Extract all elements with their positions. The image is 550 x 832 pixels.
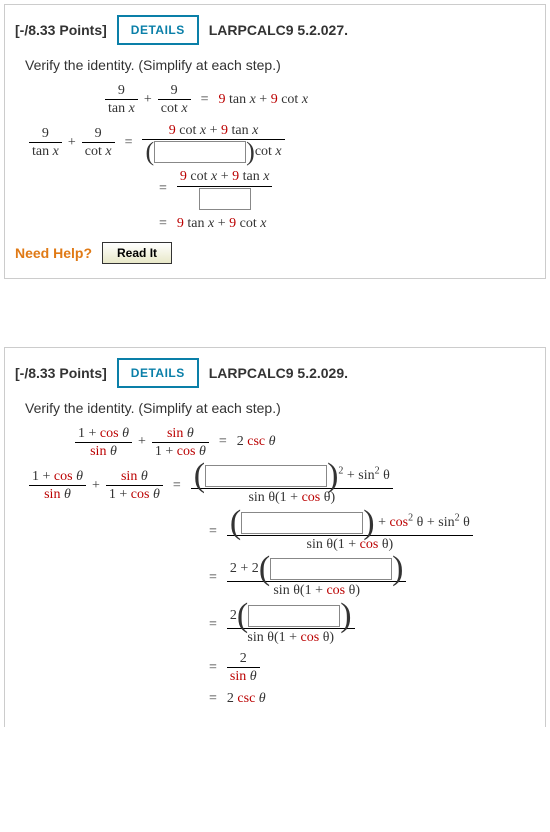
details-button[interactable]: DETAILS — [117, 15, 199, 45]
instruction-text: Verify the identity. (Simplify at each s… — [25, 57, 535, 73]
points-label: [-/8.33 Points] — [15, 22, 107, 38]
answer-input-6[interactable] — [248, 605, 340, 627]
step3-frac: 9 cot x + 9 tan x — [177, 169, 273, 209]
fraction-9-cotx: 9 cot x — [158, 83, 191, 117]
identity-line-2: 1 + cos θ sin θ + sin θ 1 + cos θ = 2 cs… — [75, 426, 535, 460]
answer-input-4[interactable] — [241, 512, 363, 534]
step2-line-1: 1 + cos θ sin θ + sin θ 1 + cos θ = ()2 … — [29, 465, 535, 505]
points-label-2: [-/8.33 Points] — [15, 365, 107, 381]
fraction-9-tanx-2: 9 tan x — [29, 126, 62, 160]
answer-input-1[interactable] — [154, 141, 246, 163]
frac-1pcos-sin: 1 + cos θ sin θ — [75, 426, 132, 460]
fraction-9-tanx: 9 tan x — [105, 83, 138, 117]
need-help-label: Need Help? — [15, 245, 92, 261]
identity-line: 9 tan x + 9 cot x = 9 tan x + 9 cot x — [105, 83, 535, 117]
step2-frac-big2: () + cos2 θ + sin2 θ sin θ(1 + cos θ) — [227, 512, 473, 552]
step2-frac-5: 2 sin θ — [227, 651, 260, 685]
step2-line-2: = () + cos2 θ + sin2 θ sin θ(1 + cos θ) — [205, 512, 535, 552]
frac-sin-1pcos: sin θ 1 + cos θ — [152, 426, 209, 460]
step2-line-3: = 2 + 2() sin θ(1 + cos θ) — [205, 558, 535, 598]
instruction-text-2: Verify the identity. (Simplify at each s… — [25, 400, 535, 416]
problem-2: [-/8.33 Points] DETAILS LARPCALC9 5.2.02… — [4, 347, 546, 727]
problem-ref: LARPCALC9 5.2.027. — [209, 22, 348, 38]
answer-input-5[interactable] — [270, 558, 392, 580]
step-3-line: = 9 cot x + 9 tan x — [155, 169, 535, 209]
step2-line-4: = 2() sin θ(1 + cos θ) — [205, 605, 535, 645]
step2-frac-big1: ()2 + sin2 θ sin θ(1 + cos θ) — [191, 465, 393, 505]
problem-1: [-/8.33 Points] DETAILS LARPCALC9 5.2.02… — [4, 4, 546, 279]
answer-input-3[interactable] — [205, 465, 327, 487]
read-it-button[interactable]: Read It — [102, 242, 172, 264]
step2-frac-big3: 2 + 2() sin θ(1 + cos θ) — [227, 558, 407, 598]
step-2-line: 9 tan x + 9 cot x = 9 cot x + 9 tan x ()… — [29, 123, 535, 163]
frac-1pcos-sin-b: 1 + cos θ sin θ — [29, 469, 86, 503]
problem-header-2: [-/8.33 Points] DETAILS LARPCALC9 5.2.02… — [15, 358, 535, 388]
step2-frac-big4: 2() sin θ(1 + cos θ) — [227, 605, 355, 645]
need-help-row: Need Help? Read It — [15, 242, 535, 264]
fraction-9-cotx-2: 9 cot x — [82, 126, 115, 160]
problem-header: [-/8.33 Points] DETAILS LARPCALC9 5.2.02… — [15, 15, 535, 45]
step-4-line: = 9 tan x + 9 cot x — [155, 216, 535, 232]
answer-input-2[interactable] — [199, 188, 251, 210]
step2-rhs-frac: 9 cot x + 9 tan x ()cot x — [142, 123, 284, 163]
frac-sin-1pcos-b: sin θ 1 + cos θ — [106, 469, 163, 503]
problem-ref-2: LARPCALC9 5.2.029. — [209, 365, 348, 381]
step2-line-5: = 2 sin θ — [205, 651, 535, 685]
step2-line-6: = 2 csc θ — [205, 691, 535, 707]
details-button-2[interactable]: DETAILS — [117, 358, 199, 388]
